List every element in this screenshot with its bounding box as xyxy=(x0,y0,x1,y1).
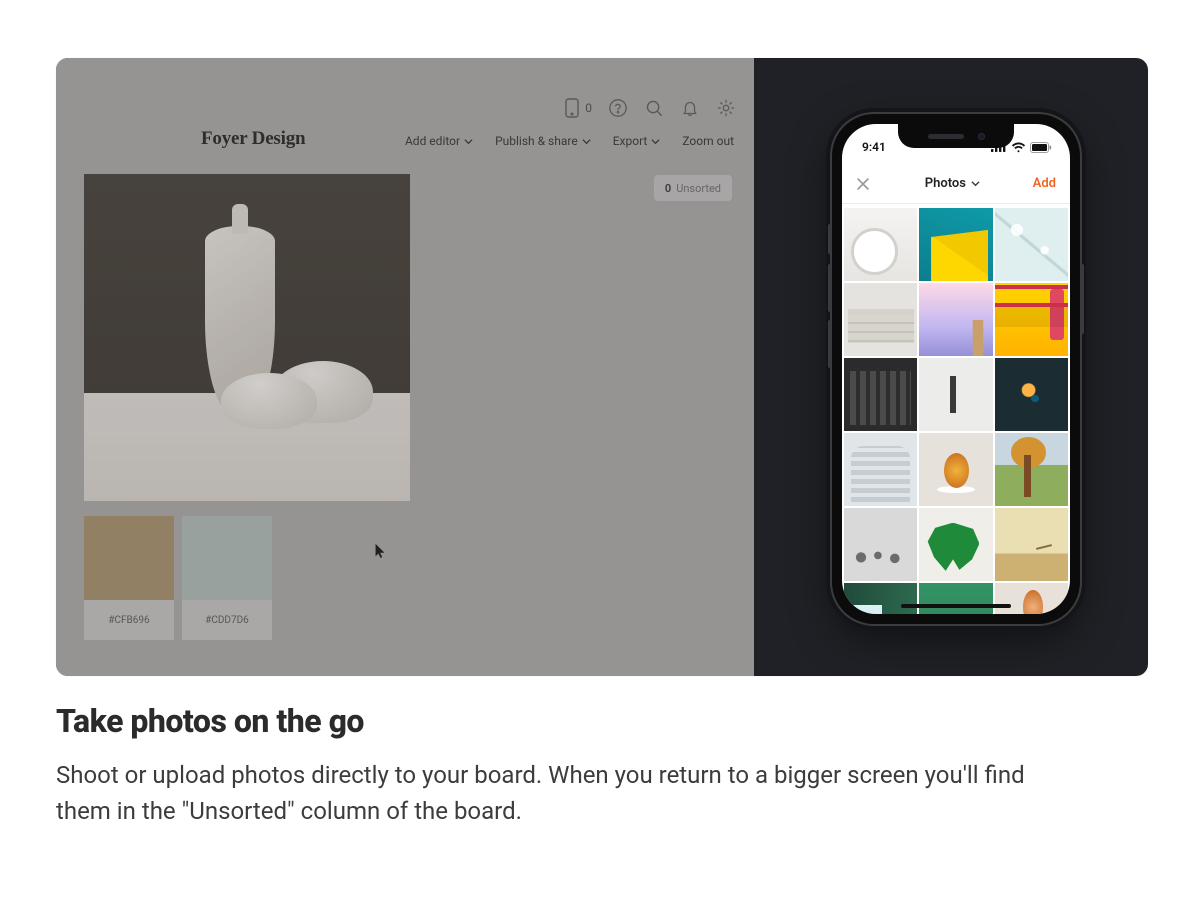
photo-thumbnail[interactable] xyxy=(919,283,992,356)
swatch-hex: #CFB696 xyxy=(84,600,174,640)
camera-icon xyxy=(978,133,985,140)
phone-icon xyxy=(562,98,582,118)
board-menu: Add editor Publish & share Export Zoom o… xyxy=(405,134,734,148)
export-menu[interactable]: Export xyxy=(613,134,661,148)
board-title: Foyer Design xyxy=(201,128,305,150)
desktop-app-frame: 0 Foyer Design Add editor Publish & sha xyxy=(56,58,754,676)
chevron-down-icon xyxy=(651,137,660,146)
search-icon[interactable] xyxy=(644,98,664,118)
publish-share-menu[interactable]: Publish & share xyxy=(495,134,591,148)
phone-header: Photos Add xyxy=(842,164,1070,204)
chevron-down-icon xyxy=(582,137,591,146)
photo-thumbnail[interactable] xyxy=(919,583,992,614)
color-swatch[interactable]: #CDD7D6 xyxy=(182,516,272,640)
add-button[interactable]: Add xyxy=(1033,176,1056,191)
topbar: 0 xyxy=(562,93,736,123)
phone-side-button xyxy=(1080,264,1084,334)
help-icon[interactable] xyxy=(608,98,628,118)
unsorted-badge[interactable]: 0 Unsorted xyxy=(654,175,732,201)
photo-thumbnail[interactable] xyxy=(995,583,1068,614)
photo-thumbnail[interactable] xyxy=(919,208,992,281)
photo-thumbnail[interactable] xyxy=(919,433,992,506)
home-indicator[interactable] xyxy=(901,604,1011,608)
unsorted-count: 0 xyxy=(665,182,671,195)
caption-title: Take photos on the go xyxy=(56,702,1148,740)
color-swatch[interactable]: #CFB696 xyxy=(84,516,174,640)
menu-label: Zoom out xyxy=(682,134,734,148)
phone-title-dropdown[interactable]: Photos xyxy=(925,176,980,191)
photo-thumbnail[interactable] xyxy=(995,508,1068,581)
photo-thumbnail[interactable] xyxy=(919,358,992,431)
feature-caption: Take photos on the go Shoot or upload ph… xyxy=(56,702,1148,829)
bell-icon[interactable] xyxy=(680,98,700,118)
photo-thumbnail[interactable] xyxy=(844,208,917,281)
phone-side-button xyxy=(828,224,832,254)
board-image[interactable] xyxy=(84,174,410,501)
gear-icon[interactable] xyxy=(716,98,736,118)
photo-thumbnail[interactable] xyxy=(844,358,917,431)
photo-thumbnail[interactable] xyxy=(844,283,917,356)
photo-thumbnail[interactable] xyxy=(844,583,917,614)
image-bowl xyxy=(221,373,317,429)
mobile-sync-count: 0 xyxy=(585,101,592,115)
chevron-down-icon xyxy=(971,179,980,188)
menu-label: Publish & share xyxy=(495,134,578,148)
chevron-down-icon xyxy=(464,137,473,146)
unsorted-label: Unsorted xyxy=(676,182,721,195)
photo-thumbnail[interactable] xyxy=(919,508,992,581)
add-editor-menu[interactable]: Add editor xyxy=(405,134,473,148)
status-time: 9:41 xyxy=(862,140,886,154)
phone-mockup: 9:41 Photos Add xyxy=(832,114,1080,624)
phone-notch xyxy=(898,124,1014,148)
swatch-hex: #CDD7D6 xyxy=(182,600,272,640)
photo-thumbnail[interactable] xyxy=(995,433,1068,506)
feature-illustration: 0 Foyer Design Add editor Publish & sha xyxy=(56,58,1148,676)
swatch-chip xyxy=(182,516,272,600)
photo-thumbnail[interactable] xyxy=(995,208,1068,281)
speaker-icon xyxy=(928,134,964,139)
photo-thumbnail[interactable] xyxy=(844,433,917,506)
caption-body: Shoot or upload photos directly to your … xyxy=(56,758,1066,829)
swatch-chip xyxy=(84,516,174,600)
battery-icon xyxy=(1030,142,1052,153)
wifi-icon xyxy=(1011,142,1026,153)
mobile-sync-indicator[interactable]: 0 xyxy=(562,98,592,118)
photo-thumbnail[interactable] xyxy=(844,508,917,581)
photo-thumbnail[interactable] xyxy=(995,358,1068,431)
cursor-icon xyxy=(374,543,386,559)
phone-title-label: Photos xyxy=(925,176,966,191)
phone-side-button xyxy=(828,264,832,312)
menu-label: Export xyxy=(613,134,648,148)
photo-thumbnail[interactable] xyxy=(995,283,1068,356)
menu-label: Add editor xyxy=(405,134,460,148)
close-button[interactable] xyxy=(856,176,872,192)
zoom-out-button[interactable]: Zoom out xyxy=(682,134,734,148)
phone-screen: 9:41 Photos Add xyxy=(842,124,1070,614)
phone-side-button xyxy=(828,320,832,368)
photo-grid[interactable] xyxy=(842,206,1070,614)
